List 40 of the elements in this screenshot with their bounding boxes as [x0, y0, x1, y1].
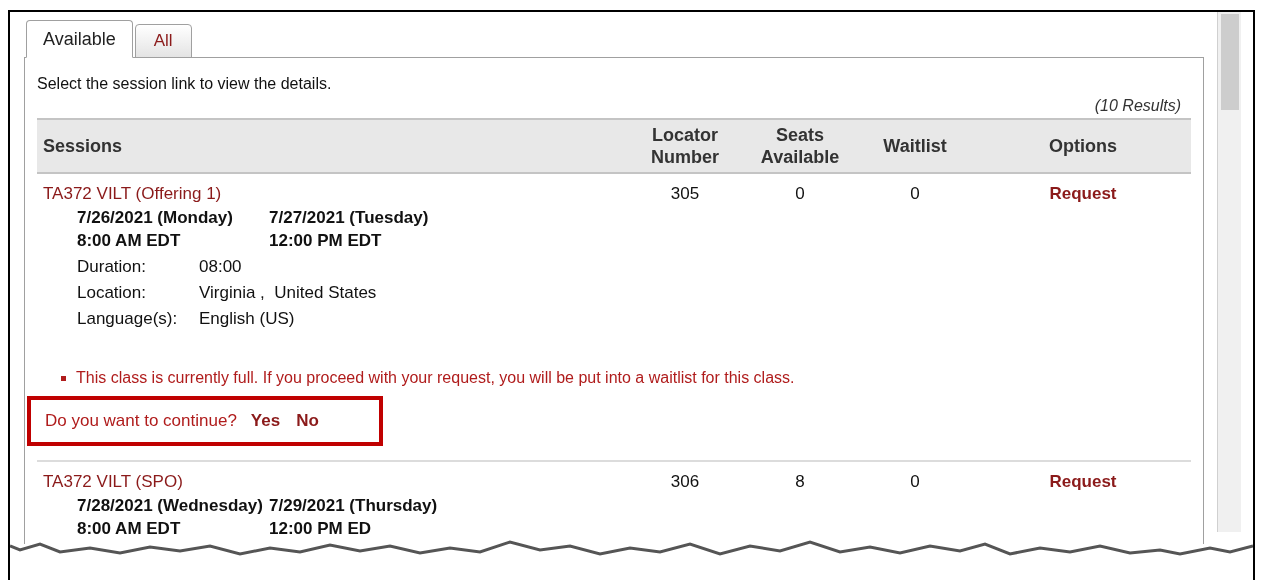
instruction-text: Select the session link to view the details.	[37, 74, 333, 94]
seats-available: 8	[795, 471, 805, 493]
locator-number: 305	[670, 183, 700, 205]
tab[interactable]: Available	[26, 20, 133, 58]
detail-label: Location:	[77, 282, 147, 304]
column-header: Seats Available	[759, 124, 841, 168]
end-date: 7/27/2021 (Tuesday)	[269, 207, 429, 229]
detail-value: English (US)	[199, 308, 296, 330]
results-count: (10 Results)	[1094, 96, 1181, 116]
column-header: Options	[1048, 135, 1118, 157]
request-link[interactable]: Request	[1049, 182, 1117, 206]
waitlist-count: 0	[910, 471, 920, 493]
yes-link[interactable]: Yes	[250, 408, 281, 434]
warning-message: This class is currently full. If you proceed with your request, you will be put into a waitlist for this class.	[76, 368, 795, 388]
end-date: 7/29/2021 (Thursday)	[269, 495, 438, 517]
bullet-icon	[61, 375, 66, 381]
session-link[interactable]: TA372 VILT (Offering 1)	[43, 182, 625, 206]
tab[interactable]: All	[134, 24, 192, 58]
end-time: 12:00 PM EDT	[269, 230, 383, 252]
start-time: 8:00 AM EDT	[77, 518, 182, 540]
seats-available: 0	[795, 183, 805, 205]
column-header: Waitlist	[882, 135, 948, 157]
confirm-question: Do you want to continue?	[45, 410, 237, 433]
start-date: 7/28/2021 (Wednesday)	[77, 495, 264, 517]
no-link[interactable]: No	[296, 408, 319, 434]
detail-label: Duration:	[77, 256, 147, 278]
session-link[interactable]: TA372 VILT (SPO)	[43, 470, 625, 494]
end-time: 12:00 PM ED	[269, 518, 373, 540]
detail-value: 08:00	[199, 256, 243, 278]
column-header: Locator Number	[650, 124, 720, 168]
locator-number: 306	[670, 471, 700, 493]
waitlist-count: 0	[910, 183, 920, 205]
start-date: 7/26/2021 (Monday)	[77, 207, 234, 229]
detail-label: Language(s):	[77, 308, 179, 330]
scrollbar[interactable]	[1217, 12, 1241, 532]
detail-value: Virginia , United States	[199, 282, 377, 304]
scrollbar-thumb[interactable]	[1220, 14, 1239, 110]
start-time: 8:00 AM EDT	[77, 230, 182, 252]
column-header: Sessions	[42, 136, 123, 156]
request-link[interactable]: Request	[1049, 470, 1117, 494]
